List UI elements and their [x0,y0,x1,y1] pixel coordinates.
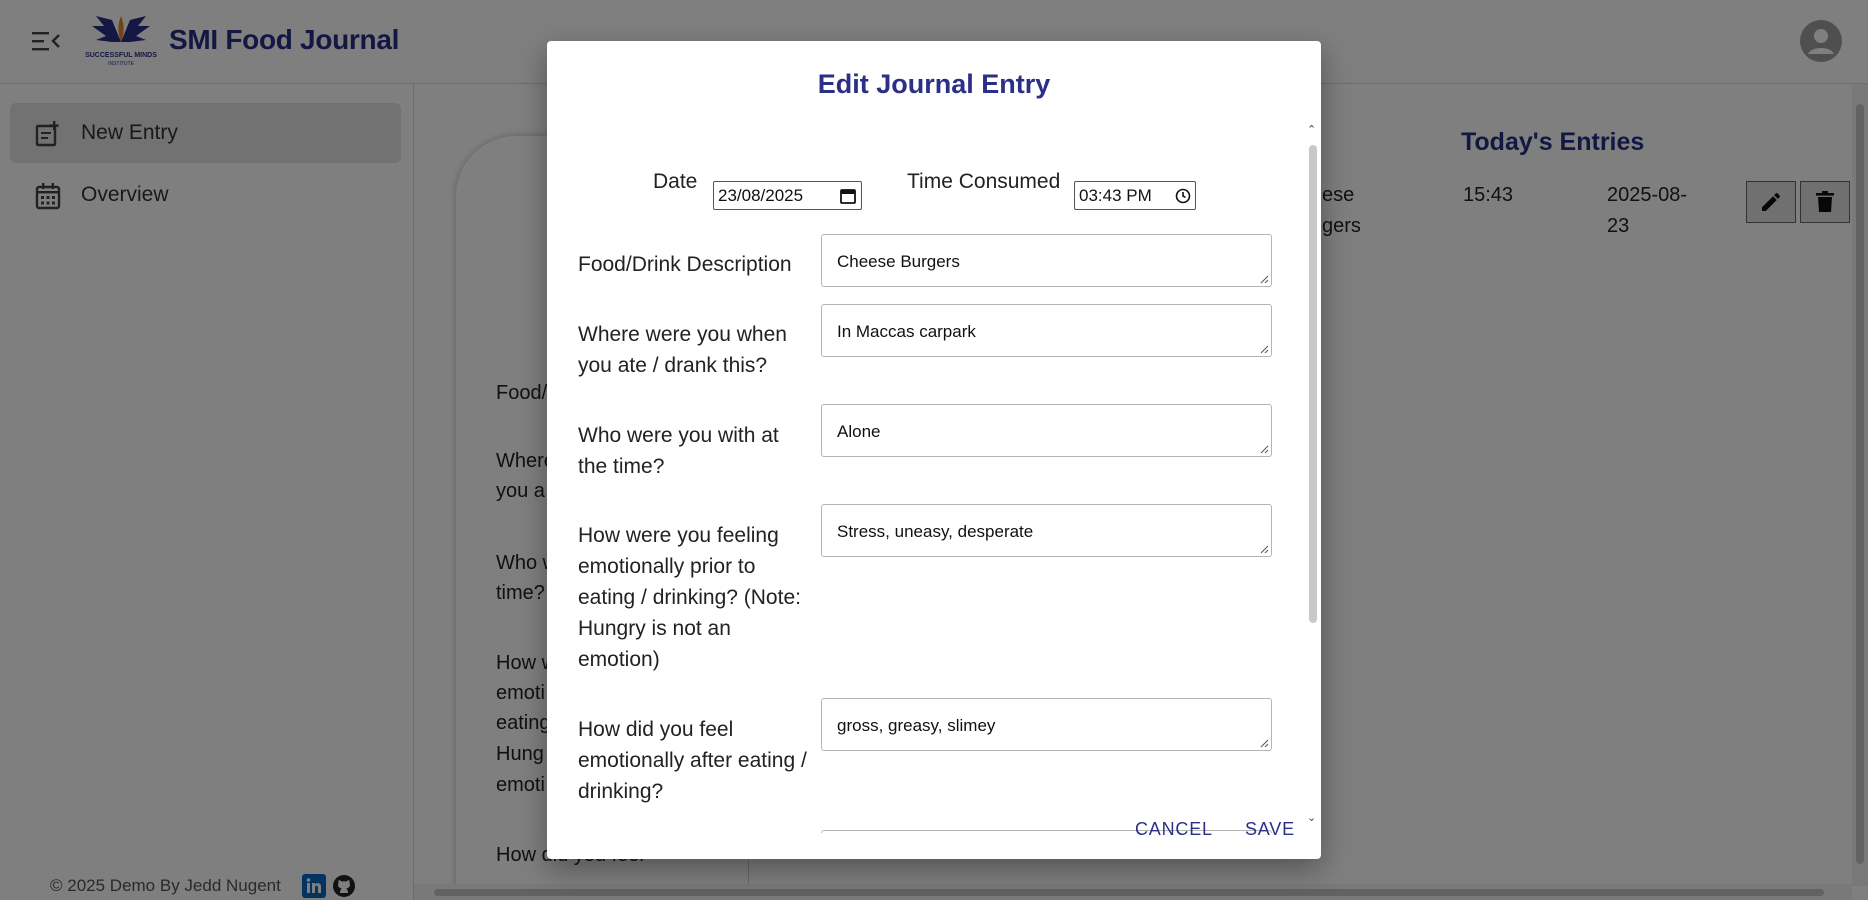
dialog-actions: CANCEL SAVE [547,815,1321,859]
who-field[interactable]: Alone [821,404,1272,457]
where-field[interactable]: In Maccas carpark [821,304,1272,357]
resize-grip-icon[interactable] [1259,274,1269,284]
dialog-content: Date 23/08/2025 Time Consumed 03:43 PM F… [547,125,1304,833]
feeling-after-label: How did you feel emotionally after eatin… [578,718,807,803]
where-label: Where were you when you ate / drank this… [578,323,787,377]
field-value: In Maccas carpark [837,322,976,341]
clock-icon[interactable] [1175,188,1191,204]
date-label: Date [653,170,698,193]
date-input[interactable]: 23/08/2025 [713,181,862,210]
calendar-icon[interactable] [839,187,857,205]
time-input[interactable]: 03:43 PM [1074,181,1196,210]
feeling-after-field[interactable]: gross, greasy, slimey [821,698,1272,751]
who-label: Who were you with at the time? [578,424,779,478]
dialog-scrollbar[interactable]: ⌃ ⌄ [1304,123,1321,833]
date-value: 23/08/2025 [718,185,804,205]
edit-entry-dialog: Edit Journal Entry Date 23/08/2025 Time … [547,41,1321,859]
resize-grip-icon[interactable] [1259,344,1269,354]
field-value: Stress, uneasy, desperate [837,522,1034,541]
cancel-button[interactable]: CANCEL [1127,815,1221,844]
field-value: gross, greasy, slimey [837,716,996,735]
field-value: Cheese Burgers [837,252,960,271]
dialog-title: Edit Journal Entry [817,69,1051,99]
save-button[interactable]: SAVE [1237,815,1303,844]
resize-grip-icon[interactable] [1259,444,1269,454]
resize-grip-icon[interactable] [1259,544,1269,554]
food-description-field[interactable]: Cheese Burgers [821,234,1272,287]
food-description-label: Food/Drink Description [578,253,792,276]
feeling-prior-label: How were you feeling emotionally prior t… [578,524,801,671]
resize-grip-icon[interactable] [1259,738,1269,748]
time-value: 03:43 PM [1079,185,1152,205]
scroll-up-icon[interactable]: ⌃ [1307,123,1316,136]
field-value: Alone [837,422,881,441]
time-consumed-label: Time Consumed [907,170,1061,193]
feeling-prior-field[interactable]: Stress, uneasy, desperate [821,504,1272,557]
dialog-scroll-thumb[interactable] [1309,145,1317,623]
